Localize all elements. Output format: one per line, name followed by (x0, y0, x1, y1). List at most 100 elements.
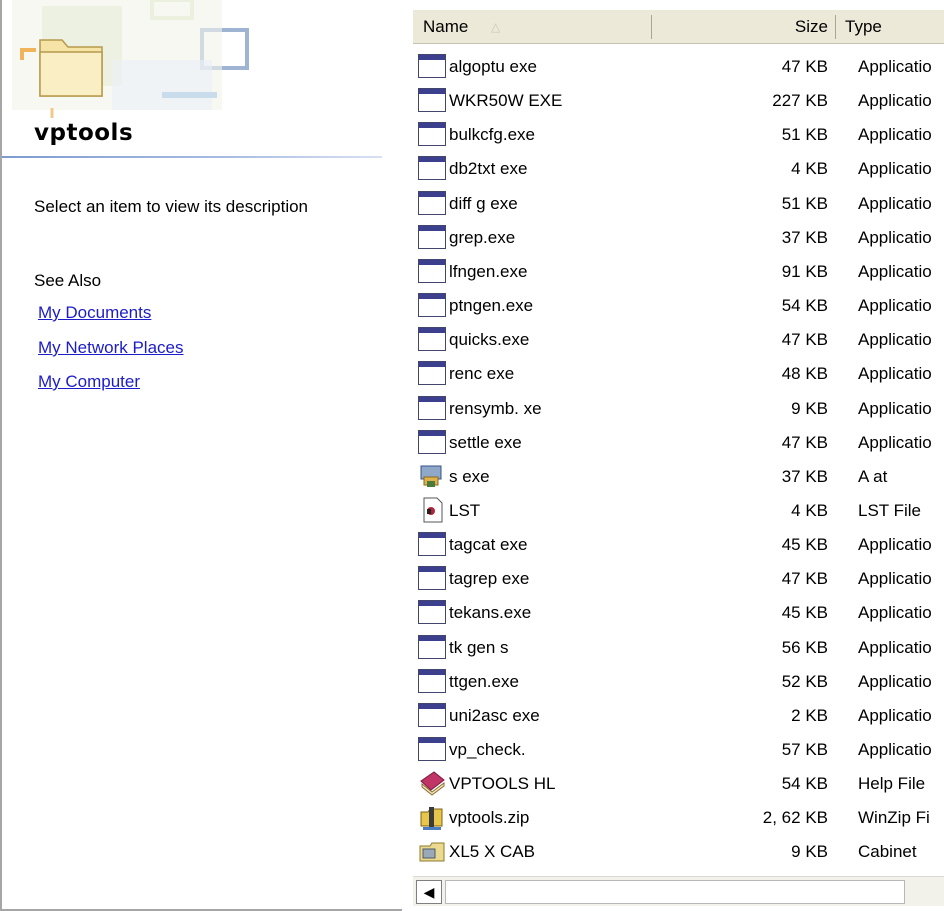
exe-icon (418, 702, 446, 727)
file-name: tk gen s (449, 637, 509, 657)
column-header-type[interactable]: Type (845, 10, 925, 44)
file-name: ptngen.exe (449, 296, 534, 316)
file-name: tagcat exe (449, 535, 528, 555)
file-size: 47 KB (781, 569, 828, 589)
file-size: 45 KB (781, 535, 828, 555)
link-my-network-places[interactable]: My Network Places (38, 338, 183, 358)
file-size: 47 KB (781, 57, 828, 76)
file-name: WKR50W EXE (449, 91, 563, 111)
column-divider[interactable] (835, 15, 836, 39)
file-size: 54 KB (781, 774, 828, 794)
exe-icon (418, 737, 446, 761)
file-size: 48 KB (781, 364, 828, 384)
see-also-label: See Also (34, 271, 102, 290)
file-row[interactable]: grep.exe 37 KB Applicatio (413, 221, 944, 255)
file-type: Applicatio (858, 159, 932, 179)
file-type: Applicatio (858, 227, 932, 247)
exe-icon (418, 293, 446, 318)
file-name: vptools.zip (449, 808, 530, 828)
file-row[interactable]: WKR50W EXE 227 KB Applicatio (413, 84, 944, 118)
scroll-thumb[interactable] (445, 880, 905, 904)
exe-icon (418, 600, 446, 625)
file-size: 2 KB (791, 705, 828, 725)
lst-file-icon (418, 497, 446, 523)
link-my-computer[interactable]: My Computer (38, 372, 140, 392)
exe-icon (418, 122, 446, 147)
file-size: 9 KB (791, 398, 828, 418)
file-name: XL5 X CAB (449, 842, 535, 862)
file-type: Applicatio (858, 91, 932, 111)
exe-icon (418, 258, 446, 283)
file-size: 56 KB (781, 637, 828, 657)
file-size: 51 KB (781, 125, 828, 145)
file-type: LST File (858, 500, 921, 520)
file-size: 52 KB (781, 671, 828, 691)
file-size: 91 KB (781, 261, 828, 281)
scroll-left-button[interactable]: ◀ (416, 880, 442, 904)
file-row[interactable]: db2txt exe 4 KB Applicatio (413, 152, 944, 186)
file-row[interactable]: XL5 X CAB 9 KB Cabinet (413, 835, 944, 869)
file-row[interactable]: bulkcfg.exe 51 KB Applicatio (413, 118, 944, 152)
file-row[interactable]: quicks.exe 47 KB Applicatio (413, 323, 944, 357)
file-row[interactable]: tk gen s 56 KB Applicatio (413, 631, 944, 665)
file-type: Applicatio (858, 569, 932, 589)
exe-icon (418, 668, 446, 693)
file-row[interactable]: vp_check. 57 KB Applicatio (413, 733, 944, 767)
file-size: 54 KB (781, 296, 828, 316)
file-type: Cabinet (858, 842, 917, 862)
file-row[interactable]: ttgen.exe 52 KB Applicatio (413, 665, 944, 699)
file-size: 57 KB (781, 740, 828, 759)
file-type: Applicatio (858, 57, 932, 76)
column-divider[interactable] (651, 15, 652, 39)
file-row[interactable]: ptngen.exe 54 KB Applicatio (413, 289, 944, 323)
file-row[interactable]: lfngen.exe 91 KB Applicatio (413, 255, 944, 289)
file-row[interactable]: diff g exe 51 KB Applicatio (413, 187, 944, 221)
folder-header-graphic (12, 0, 249, 118)
exe-icon (418, 190, 446, 215)
file-name: uni2asc exe (449, 705, 540, 725)
file-name: bulkcfg.exe (449, 125, 535, 145)
exe-icon (418, 532, 446, 557)
help-file-icon (418, 770, 446, 796)
file-row[interactable]: VPTOOLS HL 54 KB Help File (413, 767, 944, 801)
column-size-label: Size (794, 17, 828, 36)
file-name: vp_check. (449, 740, 526, 759)
file-row[interactable]: vptools.zip 2, 62 KB WinZip Fi (413, 801, 944, 835)
file-row[interactable]: algoptu exe 47 KB Applicatio (413, 50, 944, 84)
column-name-label: Name (423, 17, 469, 36)
file-size: 51 KB (781, 193, 828, 213)
file-row[interactable]: LST 4 KB LST File (413, 494, 944, 528)
exe-icon (418, 156, 446, 181)
file-type: Applicatio (858, 637, 932, 657)
column-header-size[interactable]: Size (653, 10, 828, 44)
task-pane: vptools Select an item to view its descr… (0, 0, 402, 911)
column-header-name[interactable]: Name △ (423, 10, 645, 44)
file-type: Applicatio (858, 296, 932, 316)
file-type: Applicatio (858, 125, 932, 145)
file-type: Help File (858, 774, 926, 794)
file-row[interactable]: tagcat exe 45 KB Applicatio (413, 528, 944, 562)
file-name: quicks.exe (449, 330, 530, 350)
file-size: 227 KB (772, 91, 828, 111)
file-row[interactable]: s exe 37 KB A at (413, 460, 944, 494)
setup-icon (418, 463, 446, 489)
file-size: 47 KB (781, 330, 828, 350)
file-row[interactable]: rensymb. xe 9 KB Applicatio (413, 392, 944, 426)
horizontal-scrollbar[interactable]: ◀ (413, 876, 944, 906)
folder-title: vptools (34, 120, 134, 146)
exe-icon (418, 634, 446, 659)
winzip-icon (418, 804, 446, 831)
file-type: WinZip Fi (858, 808, 930, 828)
file-row[interactable]: tekans.exe 45 KB Applicatio (413, 596, 944, 630)
file-name: db2txt exe (449, 159, 528, 179)
file-size: 47 KB (781, 432, 828, 452)
file-name: tagrep exe (449, 569, 530, 589)
file-row[interactable]: settle exe 47 KB Applicatio (413, 426, 944, 460)
file-type: Applicatio (858, 193, 932, 213)
file-list-view: Name △ Size Type algoptu exe 47 KB Applica… (413, 0, 944, 911)
file-row[interactable]: renc exe 48 KB Applicatio (413, 357, 944, 391)
file-name: VPTOOLS HL (449, 774, 556, 794)
link-my-documents[interactable]: My Documents (38, 303, 151, 323)
file-row[interactable]: uni2asc exe 2 KB Applicatio (413, 699, 944, 733)
file-row[interactable]: tagrep exe 47 KB Applicatio (413, 562, 944, 596)
